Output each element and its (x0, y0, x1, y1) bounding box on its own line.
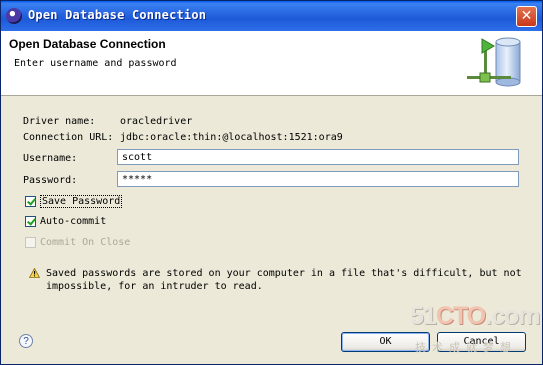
username-field[interactable] (117, 149, 519, 165)
commit-on-close-checkbox: Commit On Close (25, 237, 130, 248)
password-label: Password: (23, 175, 78, 186)
window-title: Open Database Connection (28, 8, 207, 22)
auto-commit-label: Auto-commit (40, 216, 107, 227)
auto-commit-checkbox[interactable]: Auto-commit (25, 216, 106, 227)
help-button[interactable]: ? (19, 334, 33, 348)
connection-url-label: Connection URL: (23, 132, 114, 143)
save-password-label: Save Password (40, 195, 123, 208)
checkbox-unchecked-icon (25, 237, 36, 248)
eclipse-icon (6, 8, 22, 24)
save-password-checkbox[interactable]: Save Password (25, 195, 123, 208)
driver-name-label: Driver name: (23, 116, 96, 127)
commit-on-close-label: Commit On Close (40, 237, 131, 248)
watermark-brand: 51CTO.com (410, 302, 541, 330)
warning-icon (29, 268, 40, 278)
driver-name-value: oracledriver (120, 116, 193, 127)
title-bar[interactable]: Open Database Connection ✕ (1, 1, 542, 31)
database-connection-icon (467, 37, 521, 87)
username-label: Username: (23, 153, 78, 164)
checkbox-checked-icon[interactable] (25, 196, 36, 207)
connection-url-value: jdbc:oracle:thin:@localhost:1521:ora9 (120, 132, 343, 143)
warning-text: Saved passwords are stored on your compu… (46, 268, 522, 292)
watermark-slogan: 技术成就梦想 (415, 341, 517, 354)
close-button[interactable]: ✕ (516, 6, 537, 27)
checkbox-checked-icon[interactable] (25, 216, 36, 227)
dialog-window: Open Database Connection ✕ Open Database… (0, 0, 543, 365)
dialog-banner: Open Database Connection Enter username … (1, 31, 542, 96)
warning-message: Saved passwords are stored on your compu… (29, 267, 529, 293)
password-field[interactable] (117, 171, 519, 187)
watermark: 51CTO.com 技术成就梦想 (410, 302, 541, 354)
banner-subtitle: Enter username and password (14, 58, 177, 69)
banner-title: Open Database Connection (9, 37, 166, 51)
